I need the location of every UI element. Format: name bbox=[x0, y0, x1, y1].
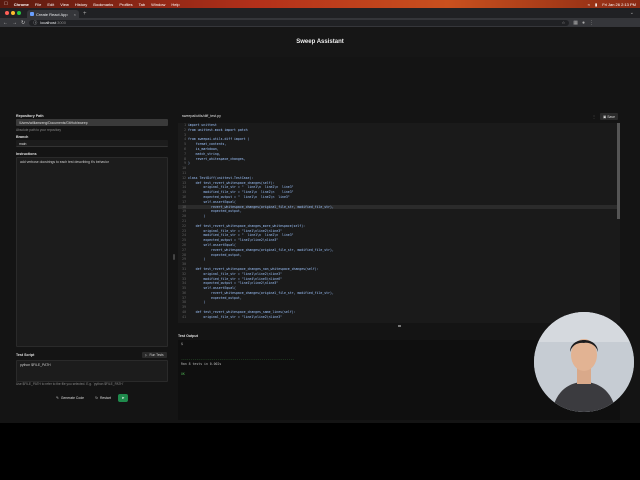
panel-resize-handle[interactable] bbox=[173, 254, 175, 260]
status-area: ≈ ▮ Fri Jan 26 2:13 PM bbox=[583, 2, 640, 7]
menu-help[interactable]: Help bbox=[171, 2, 179, 7]
menu-window[interactable]: Window bbox=[151, 2, 165, 7]
tab-search-icon[interactable]: ⌄ bbox=[624, 10, 640, 18]
run-tests-button[interactable]: ▷ Run Tests bbox=[142, 352, 167, 358]
branch-input[interactable]: main bbox=[16, 140, 168, 147]
wifi-icon[interactable]: ≈ bbox=[588, 2, 590, 7]
info-icon[interactable]: ⓘ bbox=[33, 20, 37, 26]
run-tests-label: Run Tests bbox=[149, 353, 164, 357]
save-icon: ▣ bbox=[603, 114, 607, 119]
play-icon: ▷ bbox=[145, 353, 148, 357]
save-label: Save bbox=[607, 114, 615, 119]
menu-tab[interactable]: Tab bbox=[139, 2, 145, 7]
browser-menu-icon[interactable]: ⋮ bbox=[589, 20, 594, 26]
apple-icon[interactable]:  bbox=[4, 1, 8, 7]
refresh-icon: ↻ bbox=[95, 396, 98, 400]
webcam-overlay bbox=[534, 312, 634, 412]
restart-button[interactable]: ↻ Restart bbox=[92, 394, 114, 402]
forward-icon[interactable]: → bbox=[12, 20, 17, 26]
app-header: Sweep Assistant bbox=[0, 27, 640, 57]
extensions-icon[interactable]: ▦ bbox=[573, 20, 578, 26]
code-text: revert_whitespace_changes, bbox=[188, 156, 246, 161]
instructions-label: Instructions bbox=[16, 152, 37, 156]
code-text: ) bbox=[188, 300, 206, 305]
menu-view[interactable]: View bbox=[60, 2, 69, 7]
battery-icon[interactable]: ▮ bbox=[595, 2, 597, 7]
menu-edit[interactable]: Edit bbox=[47, 2, 54, 7]
generate-code-button[interactable]: ✎ Generate Code bbox=[54, 394, 86, 402]
macos-menubar:  Chrome File Edit View History Bookmark… bbox=[0, 0, 640, 8]
new-tab-icon[interactable]: + bbox=[79, 11, 91, 18]
code-text: ) bbox=[188, 161, 190, 166]
code-text: ) bbox=[188, 257, 206, 262]
browser-toolbar: ← → ↻ ⓘ localhost :3000 ☆ ▦ ● ⋮ bbox=[0, 18, 640, 27]
code-editor[interactable]: 1 import unittest 2 from unittest.mock impo… bbox=[178, 123, 620, 323]
close-window-icon[interactable] bbox=[5, 11, 9, 15]
menu-file[interactable]: File bbox=[35, 2, 41, 7]
left-panel: Repository Path /Users/williamzeng/Docum… bbox=[16, 57, 175, 423]
save-button[interactable]: ▣ Save bbox=[600, 113, 618, 120]
zoom-window-icon[interactable] bbox=[17, 11, 21, 15]
repo-path-label: Repository Path bbox=[16, 114, 44, 118]
browser-tabstrip: Create React App × + ⌄ bbox=[0, 8, 640, 18]
reload-icon[interactable]: ↻ bbox=[21, 20, 25, 26]
code-text: original_file_str = "line1\nline2\nline3… bbox=[188, 314, 283, 319]
repo-path-input[interactable]: /Users/williamzeng/Documents/GitHub/swee… bbox=[16, 119, 168, 126]
clock[interactable]: Fri Jan 26 2:13 PM bbox=[602, 2, 636, 7]
minimize-window-icon[interactable] bbox=[11, 11, 15, 15]
splitter-handle[interactable] bbox=[398, 325, 401, 327]
react-icon bbox=[30, 12, 34, 16]
pencil-icon: ✎ bbox=[55, 396, 59, 400]
editor-scrollbar[interactable] bbox=[617, 123, 620, 219]
presenter-video bbox=[534, 312, 634, 412]
branch-label: Branch bbox=[16, 135, 29, 139]
address-bar[interactable]: ⓘ localhost :3000 ☆ bbox=[29, 19, 570, 26]
menu-history[interactable]: History bbox=[75, 2, 87, 7]
test-script-label: Test Script bbox=[16, 353, 35, 357]
bookmark-star-icon[interactable]: ☆ bbox=[562, 20, 566, 25]
test-script-hint: Use $FILE_PATH to refer to the file you … bbox=[16, 382, 124, 386]
menu-profiles[interactable]: Profiles bbox=[119, 2, 132, 7]
back-icon[interactable]: ← bbox=[3, 20, 8, 26]
app-title: Sweep Assistant bbox=[296, 39, 344, 45]
code-line: 41 original_file_str = "line1\nline2\nli… bbox=[178, 315, 620, 320]
code-text: from unittest.mock import patch bbox=[188, 127, 248, 132]
tab-title: Create React App bbox=[36, 11, 68, 17]
url-host: localhost bbox=[40, 20, 56, 25]
browser-tab[interactable]: Create React App × bbox=[27, 10, 79, 18]
line-number: 41 bbox=[182, 314, 186, 319]
more-options-icon[interactable]: ⋮ bbox=[592, 114, 596, 119]
code-text: ) bbox=[188, 214, 206, 219]
instructions-textarea[interactable]: add verbose docstrings to each test desc… bbox=[16, 157, 168, 347]
generate-code-label: Generate Code bbox=[60, 396, 85, 400]
close-tab-icon[interactable]: × bbox=[74, 12, 76, 17]
menu-app-name[interactable]: Chrome bbox=[14, 2, 29, 7]
window-controls bbox=[0, 11, 27, 18]
code-lines: 1 import unittest 2 from unittest.mock impo… bbox=[178, 123, 620, 320]
test-script-textarea[interactable]: python $FILE_PATH bbox=[16, 360, 168, 382]
repo-path-hint: Absolute path to your repository bbox=[16, 128, 62, 132]
file-path-label: sweepai/utils/diff_test.py bbox=[182, 114, 221, 118]
test-script-value: python $FILE_PATH bbox=[20, 363, 51, 367]
test-output-label: Test Output bbox=[178, 334, 198, 338]
send-icon: ➤ bbox=[121, 396, 125, 400]
send-button[interactable]: ➤ bbox=[118, 394, 128, 402]
profile-icon[interactable]: ● bbox=[582, 20, 585, 26]
restart-label: Restart bbox=[99, 396, 111, 400]
url-port: :3000 bbox=[56, 20, 67, 25]
menu-bookmarks[interactable]: Bookmarks bbox=[93, 2, 113, 7]
